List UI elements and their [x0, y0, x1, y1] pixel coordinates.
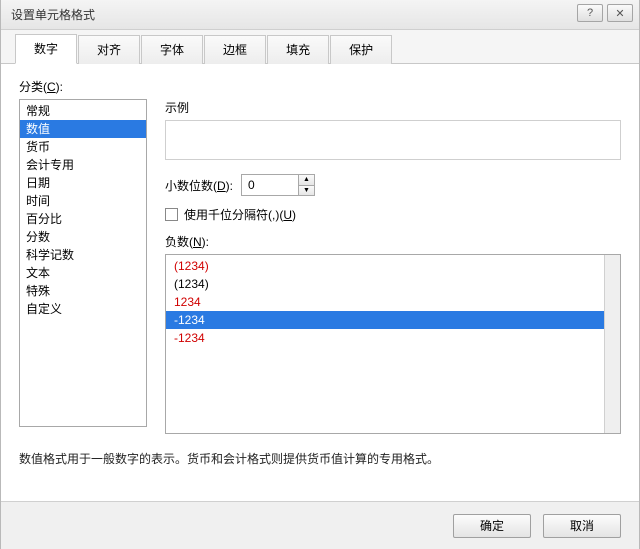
thousand-label: 使用千位分隔符(,)(U) [184, 206, 296, 223]
window-title: 设置单元格格式 [11, 6, 95, 23]
scrollbar[interactable] [604, 255, 620, 433]
spin-up-icon[interactable]: ▲ [299, 175, 314, 186]
cancel-button[interactable]: 取消 [543, 514, 621, 538]
decimal-spinner[interactable]: ▲ ▼ [241, 174, 315, 196]
tab-4[interactable]: 填充 [267, 35, 329, 64]
category-item[interactable]: 文本 [20, 264, 146, 282]
category-item[interactable]: 常规 [20, 102, 146, 120]
help-button[interactable]: ? [577, 4, 603, 22]
spin-down-icon[interactable]: ▼ [299, 186, 314, 196]
number-settings: 示例 小数位数(D): ▲ ▼ [165, 99, 621, 434]
category-item[interactable]: 日期 [20, 174, 146, 192]
negative-item[interactable]: (1234) [166, 275, 620, 293]
category-item[interactable]: 货币 [20, 138, 146, 156]
sample-box [165, 120, 621, 160]
ok-button[interactable]: 确定 [453, 514, 531, 538]
negative-item[interactable]: (1234) [166, 257, 620, 275]
negative-item[interactable]: 1234 [166, 293, 620, 311]
decimal-row: 小数位数(D): ▲ ▼ [165, 174, 621, 196]
category-item[interactable]: 时间 [20, 192, 146, 210]
window-controls: ? ✕ [577, 4, 633, 22]
titlebar: 设置单元格格式 ? ✕ [1, 0, 639, 30]
category-item[interactable]: 自定义 [20, 300, 146, 318]
category-item[interactable]: 百分比 [20, 210, 146, 228]
tab-2[interactable]: 字体 [141, 35, 203, 64]
tab-3[interactable]: 边框 [204, 35, 266, 64]
category-item[interactable]: 特殊 [20, 282, 146, 300]
tab-strip: 数字对齐字体边框填充保护 [1, 30, 639, 64]
thousand-checkbox[interactable] [165, 208, 178, 221]
negative-list[interactable]: (1234)(1234)1234-1234-1234 [165, 254, 621, 434]
category-label: 分类(C): [19, 78, 621, 95]
negative-label: 负数(N): [165, 233, 621, 250]
category-item[interactable]: 会计专用 [20, 156, 146, 174]
format-description: 数值格式用于一般数字的表示。货币和会计格式则提供货币值计算的专用格式。 [19, 450, 621, 467]
tab-1[interactable]: 对齐 [78, 35, 140, 64]
thousand-row: 使用千位分隔符(,)(U) [165, 206, 621, 223]
negative-item[interactable]: -1234 [166, 329, 620, 347]
tab-pane-number: 分类(C): 常规数值货币会计专用日期时间百分比分数科学记数文本特殊自定义 示例… [1, 64, 639, 501]
category-item[interactable]: 数值 [20, 120, 146, 138]
tab-0[interactable]: 数字 [15, 34, 77, 64]
category-item[interactable]: 分数 [20, 228, 146, 246]
negative-item[interactable]: -1234 [166, 311, 620, 329]
decimal-label: 小数位数(D): [165, 177, 233, 194]
dialog-window: 设置单元格格式 ? ✕ 数字对齐字体边框填充保护 分类(C): 常规数值货币会计… [0, 0, 640, 549]
decimal-input[interactable] [242, 175, 298, 195]
close-button[interactable]: ✕ [607, 4, 633, 22]
dialog-footer: 确定 取消 [1, 501, 639, 549]
sample-label: 示例 [165, 99, 621, 116]
tab-5[interactable]: 保护 [330, 35, 392, 64]
category-list[interactable]: 常规数值货币会计专用日期时间百分比分数科学记数文本特殊自定义 [19, 99, 147, 427]
category-item[interactable]: 科学记数 [20, 246, 146, 264]
spinner-buttons: ▲ ▼ [298, 175, 314, 195]
